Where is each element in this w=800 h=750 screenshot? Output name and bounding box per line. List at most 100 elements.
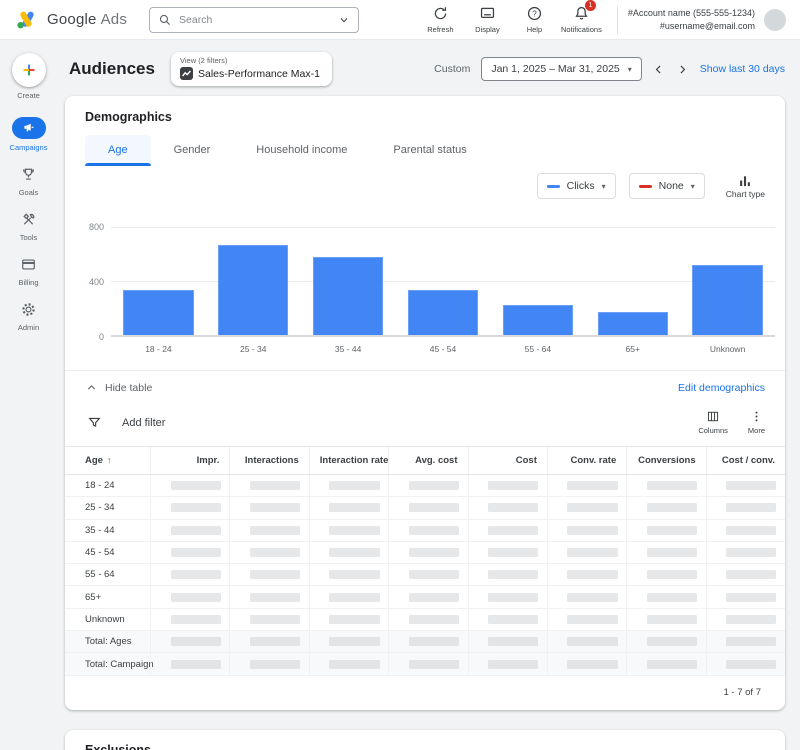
date-range-value: Jan 1, 2025 – Mar 31, 2025 [491,63,619,75]
table-row-unknown[interactable]: Unknown [65,609,785,631]
bar-25-34[interactable] [218,245,288,335]
redacted-value-placeholder [171,503,221,512]
notification-badge: 1 [585,0,596,11]
column-header-impr[interactable]: Impr. [150,447,229,474]
create-button[interactable] [12,53,46,87]
search-input[interactable]: Search [149,7,359,33]
row-label: Unknown [65,614,150,625]
tab-household-income[interactable]: Household income [233,135,370,166]
bar-18-24[interactable] [123,290,193,335]
redacted-value-placeholder [567,481,617,490]
sidebar-item-goals[interactable]: Goals [19,163,39,197]
table-cell [626,586,705,607]
sidebar-item-admin[interactable]: Admin [18,298,39,332]
filter-icon[interactable] [87,415,102,430]
redacted-value-placeholder [567,593,617,602]
secondary-metric-dropdown[interactable]: None ▾ [629,173,705,199]
table-row-45-54[interactable]: 45 - 54 [65,542,785,564]
table-cell [229,497,308,518]
columns-button[interactable]: Columns [698,410,728,435]
column-header-conv-rate[interactable]: Conv. rate [547,447,626,474]
secondary-metric-value: None [659,180,684,192]
tab-gender[interactable]: Gender [151,135,234,166]
table-cell [468,497,547,518]
view-filter-chip[interactable]: View (2 filters) Sales-Performance Max-1 [171,52,332,86]
redacted-value-placeholder [171,593,221,602]
redacted-value-placeholder [409,615,459,624]
table-cell [468,586,547,607]
chart-y-axis: 8004000 [79,227,111,337]
demographics-tabs: AgeGenderHousehold incomeParental status [65,135,785,166]
gear-icon [20,298,37,320]
search-dropdown-chevron-icon[interactable] [338,14,350,26]
table-cell [626,475,705,496]
row-label: 18 - 24 [65,480,150,491]
redacted-value-placeholder [171,615,221,624]
edit-demographics-link[interactable]: Edit demographics [678,382,765,394]
sidebar-item-billing[interactable]: Billing [18,253,38,287]
table-toolbar: Add filter Columns [65,402,785,446]
column-header-cost-conv[interactable]: Cost / conv. [706,447,785,474]
sidebar-item-tools[interactable]: Tools [20,208,38,242]
table-row-25-34[interactable]: 25 - 34 [65,497,785,519]
add-filter-button[interactable]: Add filter [122,417,165,429]
bar-45-54[interactable] [408,290,478,335]
column-header-cost[interactable]: Cost [468,447,547,474]
table-row-total-campaign[interactable]: Total: Campaign [65,653,785,675]
date-range-dropdown[interactable]: Jan 1, 2025 – Mar 31, 2025 ▾ [481,57,641,81]
bar-unknown[interactable] [692,265,762,335]
account-info[interactable]: #Account name (555-555-1234) #username@e… [628,7,755,32]
avatar[interactable] [764,9,786,31]
table-cell [468,653,547,674]
top-bar: GoogleAds Search [0,0,800,40]
google-ads-logo[interactable]: GoogleAds [16,10,127,30]
sidebar-item-create[interactable]: Create [12,53,46,100]
column-header-avg-cost[interactable]: Avg. cost [388,447,467,474]
sidebar-item-campaigns[interactable]: Campaigns [10,117,48,152]
date-prev-button[interactable] [650,60,668,78]
chart-x-axis-labels: 18 - 2425 - 3435 - 4445 - 5455 - 6465+Un… [111,337,775,358]
column-header-age[interactable]: Age↑ [65,447,150,474]
credit-card-icon [20,253,37,275]
more-button[interactable]: More [748,410,765,435]
column-header-interaction-rate[interactable]: Interaction rate [309,447,388,474]
tab-age[interactable]: Age [85,135,151,166]
date-next-button[interactable] [674,60,692,78]
refresh-button[interactable]: Refresh [417,5,464,34]
bar-65[interactable] [598,312,668,335]
table-cell [388,542,467,563]
help-button[interactable]: ? Help [511,5,558,34]
table-cell [468,520,547,541]
tab-parental-status[interactable]: Parental status [370,135,489,166]
table-cell [547,475,626,496]
display-button[interactable]: Display [464,5,511,34]
notifications-button[interactable]: 1 Notifications [558,5,605,34]
top-bar-actions: Refresh Display ? Help [417,5,605,34]
redacted-value-placeholder [647,481,697,490]
hide-table-toggle[interactable]: Hide table [105,382,152,394]
table-row-35-44[interactable]: 35 - 44 [65,520,785,542]
chart-type-button[interactable]: Chart type [726,174,765,199]
column-header-conversions[interactable]: Conversions [626,447,705,474]
redacted-value-placeholder [726,481,776,490]
redacted-value-placeholder [647,615,697,624]
bar-35-44[interactable] [313,257,383,335]
table-header-row: Age↑Impr.InteractionsInteraction rateAvg… [65,446,785,475]
column-header-interactions[interactable]: Interactions [229,447,308,474]
redacted-value-placeholder [488,615,538,624]
redacted-value-placeholder [329,503,379,512]
redacted-value-placeholder [726,593,776,602]
table-cell [309,542,388,563]
table-row-65[interactable]: 65+ [65,586,785,608]
table-row-total-ages[interactable]: Total: Ages [65,631,785,653]
redacted-value-placeholder [329,593,379,602]
table-cell [626,653,705,674]
primary-metric-dropdown[interactable]: Clicks ▾ [537,173,616,199]
table-cell [150,586,229,607]
table-cell [706,564,785,585]
table-row-55-64[interactable]: 55 - 64 [65,564,785,586]
table-row-18-24[interactable]: 18 - 24 [65,475,785,497]
redacted-value-placeholder [329,570,379,579]
bar-55-64[interactable] [503,305,573,335]
show-last-30-days-link[interactable]: Show last 30 days [700,63,785,75]
